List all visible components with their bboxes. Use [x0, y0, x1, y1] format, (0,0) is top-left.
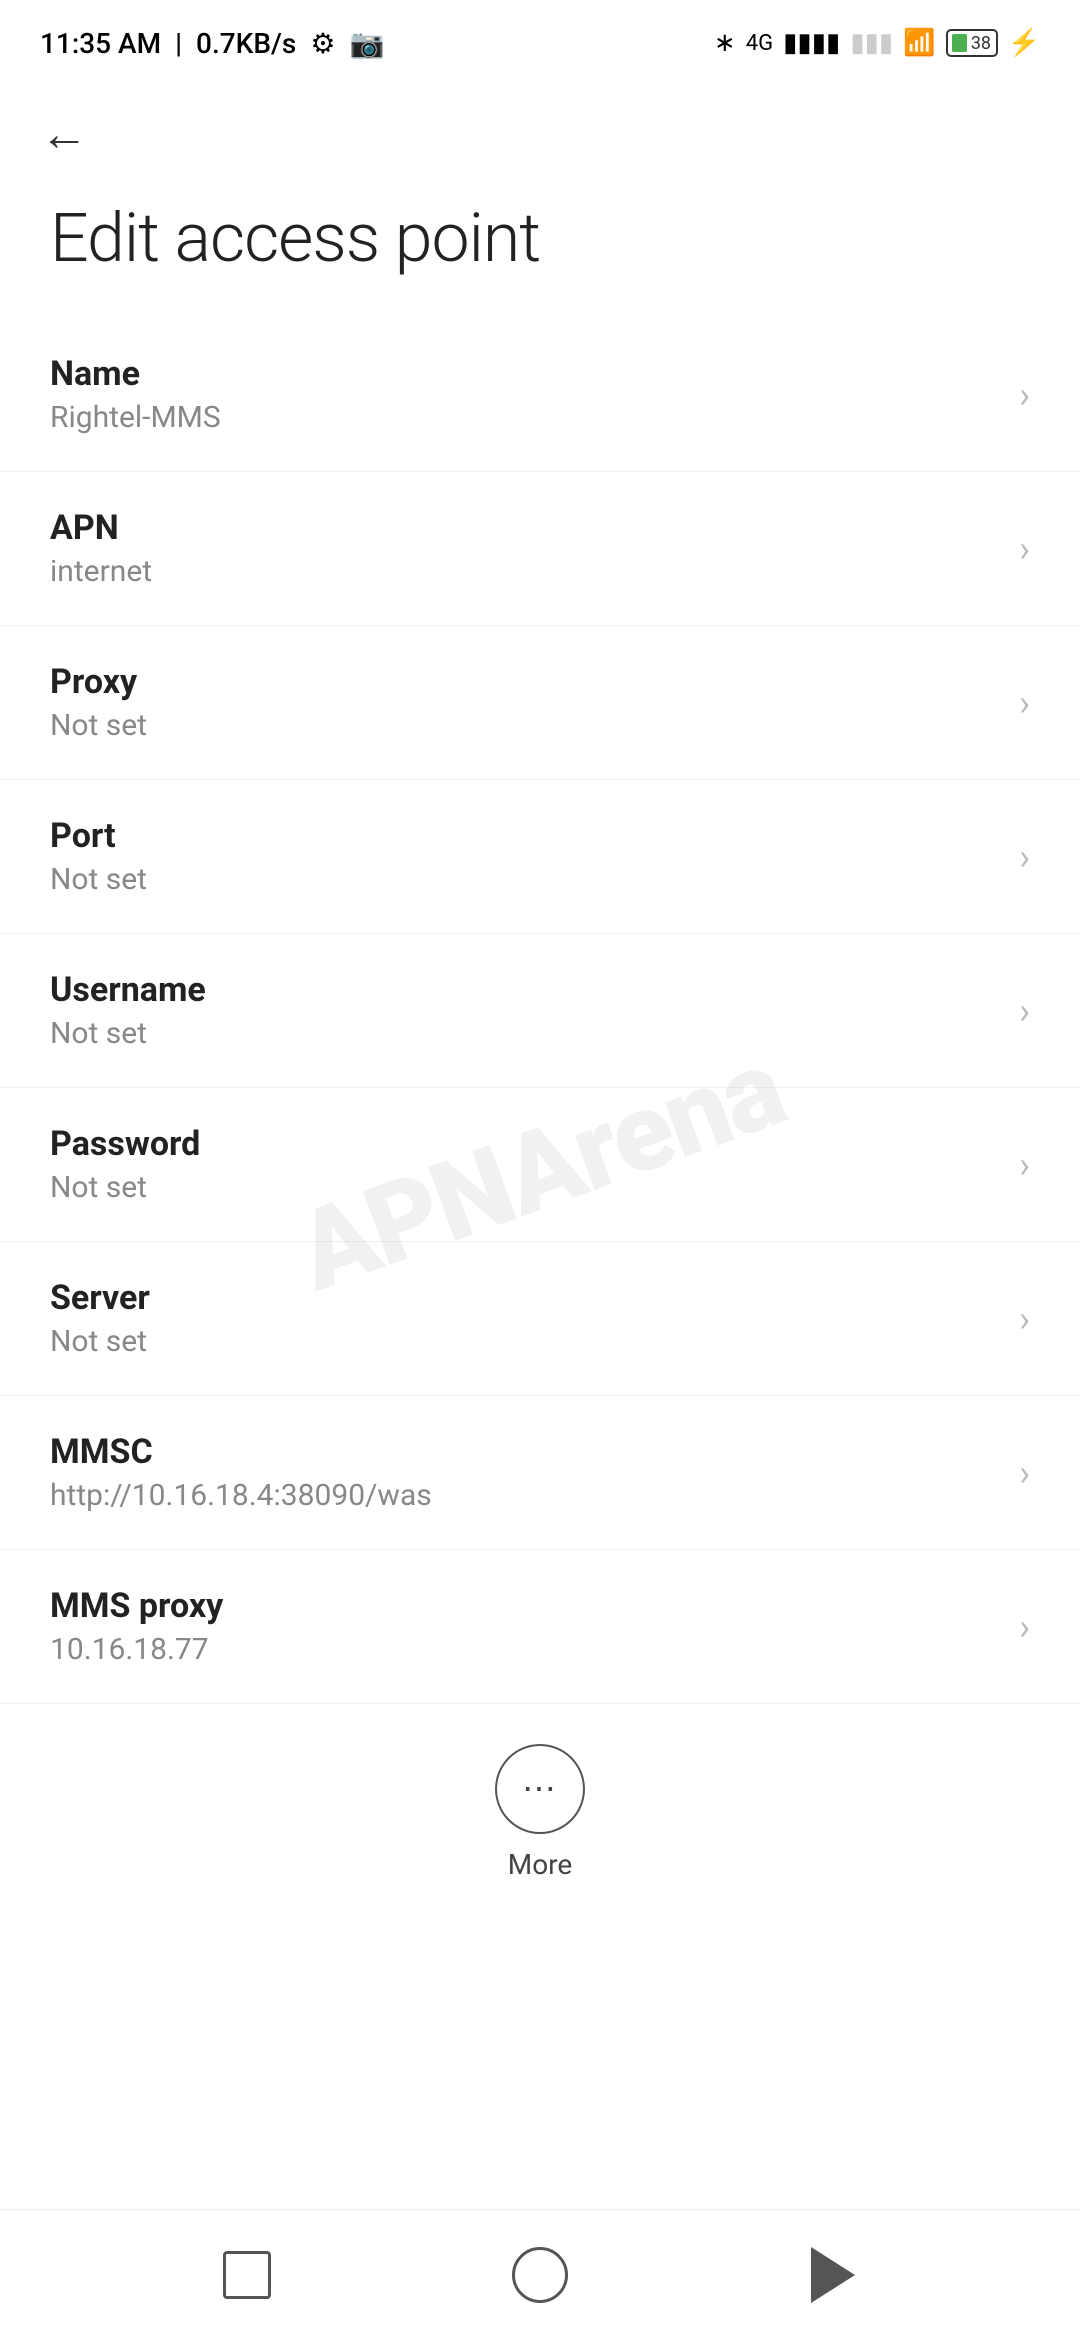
settings-item-port[interactable]: Port Not set › [0, 780, 1080, 934]
settings-item-proxy-value: Not set [50, 708, 999, 743]
settings-item-proxy-content: Proxy Not set [50, 662, 999, 743]
chevron-right-icon: › [1019, 1452, 1030, 1494]
bluetooth-icon: ∗ [714, 28, 736, 58]
settings-item-mmsc-title: MMSC [50, 1432, 999, 1472]
settings-item-apn-title: APN [50, 508, 999, 548]
settings-item-password-value: Not set [50, 1170, 999, 1205]
content-wrapper: ← Edit access point Name Rightel-MMS › A… [0, 80, 1080, 2071]
settings-item-password-title: Password [50, 1124, 999, 1164]
battery-indicator: 38 [946, 29, 998, 57]
chevron-right-icon: › [1019, 528, 1030, 570]
nav-recents-button[interactable] [212, 2240, 282, 2310]
settings-item-password[interactable]: Password Not set › [0, 1088, 1080, 1242]
status-left: 11:35 AM | 0.7KB/s ⚙ 📷 [40, 27, 384, 60]
settings-item-username[interactable]: Username Not set › [0, 934, 1080, 1088]
chevron-right-icon: › [1019, 1144, 1030, 1186]
status-right: ∗ 4G ▮▮▮▮ ▮▮▮ 📶 38 ⚡ [714, 28, 1040, 58]
chevron-right-icon: › [1019, 1298, 1030, 1340]
settings-icon: ⚙ [310, 27, 335, 60]
settings-item-port-title: Port [50, 816, 999, 856]
signal-4g-icon: 4G [746, 31, 773, 56]
more-circle-button[interactable]: ⋯ [495, 1744, 585, 1834]
settings-item-server-content: Server Not set [50, 1278, 999, 1359]
settings-item-server[interactable]: Server Not set › [0, 1242, 1080, 1396]
more-button-area[interactable]: ⋯ More [0, 1704, 1080, 1911]
settings-item-username-value: Not set [50, 1016, 999, 1051]
separator: | [175, 27, 182, 60]
settings-item-password-content: Password Not set [50, 1124, 999, 1205]
settings-item-port-value: Not set [50, 862, 999, 897]
settings-item-name[interactable]: Name Rightel-MMS › [0, 318, 1080, 472]
settings-item-apn[interactable]: APN internet › [0, 472, 1080, 626]
nav-recents-icon [223, 2251, 271, 2299]
signal-bars-icon: ▮▮▮▮ [783, 28, 840, 58]
nav-home-button[interactable] [505, 2240, 575, 2310]
network-speed: 0.7KB/s [196, 27, 296, 60]
chevron-right-icon: › [1019, 682, 1030, 724]
wifi-icon: 📶 [903, 28, 935, 58]
settings-item-proxy-title: Proxy [50, 662, 999, 702]
nav-back-button[interactable] [798, 2240, 868, 2310]
battery-fill [952, 34, 967, 52]
battery-percent: 38 [971, 33, 991, 54]
settings-item-mmsc[interactable]: MMSC http://10.16.18.4:38090/was › [0, 1396, 1080, 1550]
nav-home-icon [512, 2247, 568, 2303]
settings-item-apn-content: APN internet [50, 508, 999, 589]
bolt-icon: ⚡ [1008, 28, 1040, 58]
chevron-right-icon: › [1019, 836, 1030, 878]
settings-item-mms-proxy[interactable]: MMS proxy 10.16.18.77 › [0, 1550, 1080, 1704]
chevron-right-icon: › [1019, 374, 1030, 416]
settings-item-server-title: Server [50, 1278, 999, 1318]
page-title: Edit access point [0, 168, 1080, 318]
camera-icon: 📷 [349, 27, 384, 60]
settings-item-username-content: Username Not set [50, 970, 999, 1051]
more-label: More [508, 1848, 573, 1881]
settings-item-server-value: Not set [50, 1324, 999, 1359]
settings-item-mms-proxy-title: MMS proxy [50, 1586, 999, 1626]
settings-item-name-title: Name [50, 354, 999, 394]
back-button[interactable]: ← [0, 80, 1080, 168]
more-dots-icon: ⋯ [522, 1772, 558, 1806]
settings-item-mmsc-value: http://10.16.18.4:38090/was [50, 1478, 999, 1513]
back-arrow-icon: ← [40, 105, 88, 162]
settings-item-mmsc-content: MMSC http://10.16.18.4:38090/was [50, 1432, 999, 1513]
chevron-right-icon: › [1019, 1606, 1030, 1648]
navigation-bar [0, 2209, 1080, 2340]
nav-back-icon [811, 2247, 855, 2303]
settings-item-mms-proxy-content: MMS proxy 10.16.18.77 [50, 1586, 999, 1667]
time-display: 11:35 AM [40, 27, 161, 60]
settings-item-username-title: Username [50, 970, 999, 1010]
settings-item-name-value: Rightel-MMS [50, 400, 999, 435]
settings-item-mms-proxy-value: 10.16.18.77 [50, 1632, 999, 1667]
settings-list: Name Rightel-MMS › APN internet › Proxy … [0, 318, 1080, 1704]
status-bar: 11:35 AM | 0.7KB/s ⚙ 📷 ∗ 4G ▮▮▮▮ ▮▮▮ 📶 3… [0, 0, 1080, 80]
settings-item-port-content: Port Not set [50, 816, 999, 897]
settings-item-apn-value: internet [50, 554, 999, 589]
signal-bars2-icon: ▮▮▮ [850, 28, 893, 58]
settings-item-proxy[interactable]: Proxy Not set › [0, 626, 1080, 780]
chevron-right-icon: › [1019, 990, 1030, 1032]
settings-item-name-content: Name Rightel-MMS [50, 354, 999, 435]
